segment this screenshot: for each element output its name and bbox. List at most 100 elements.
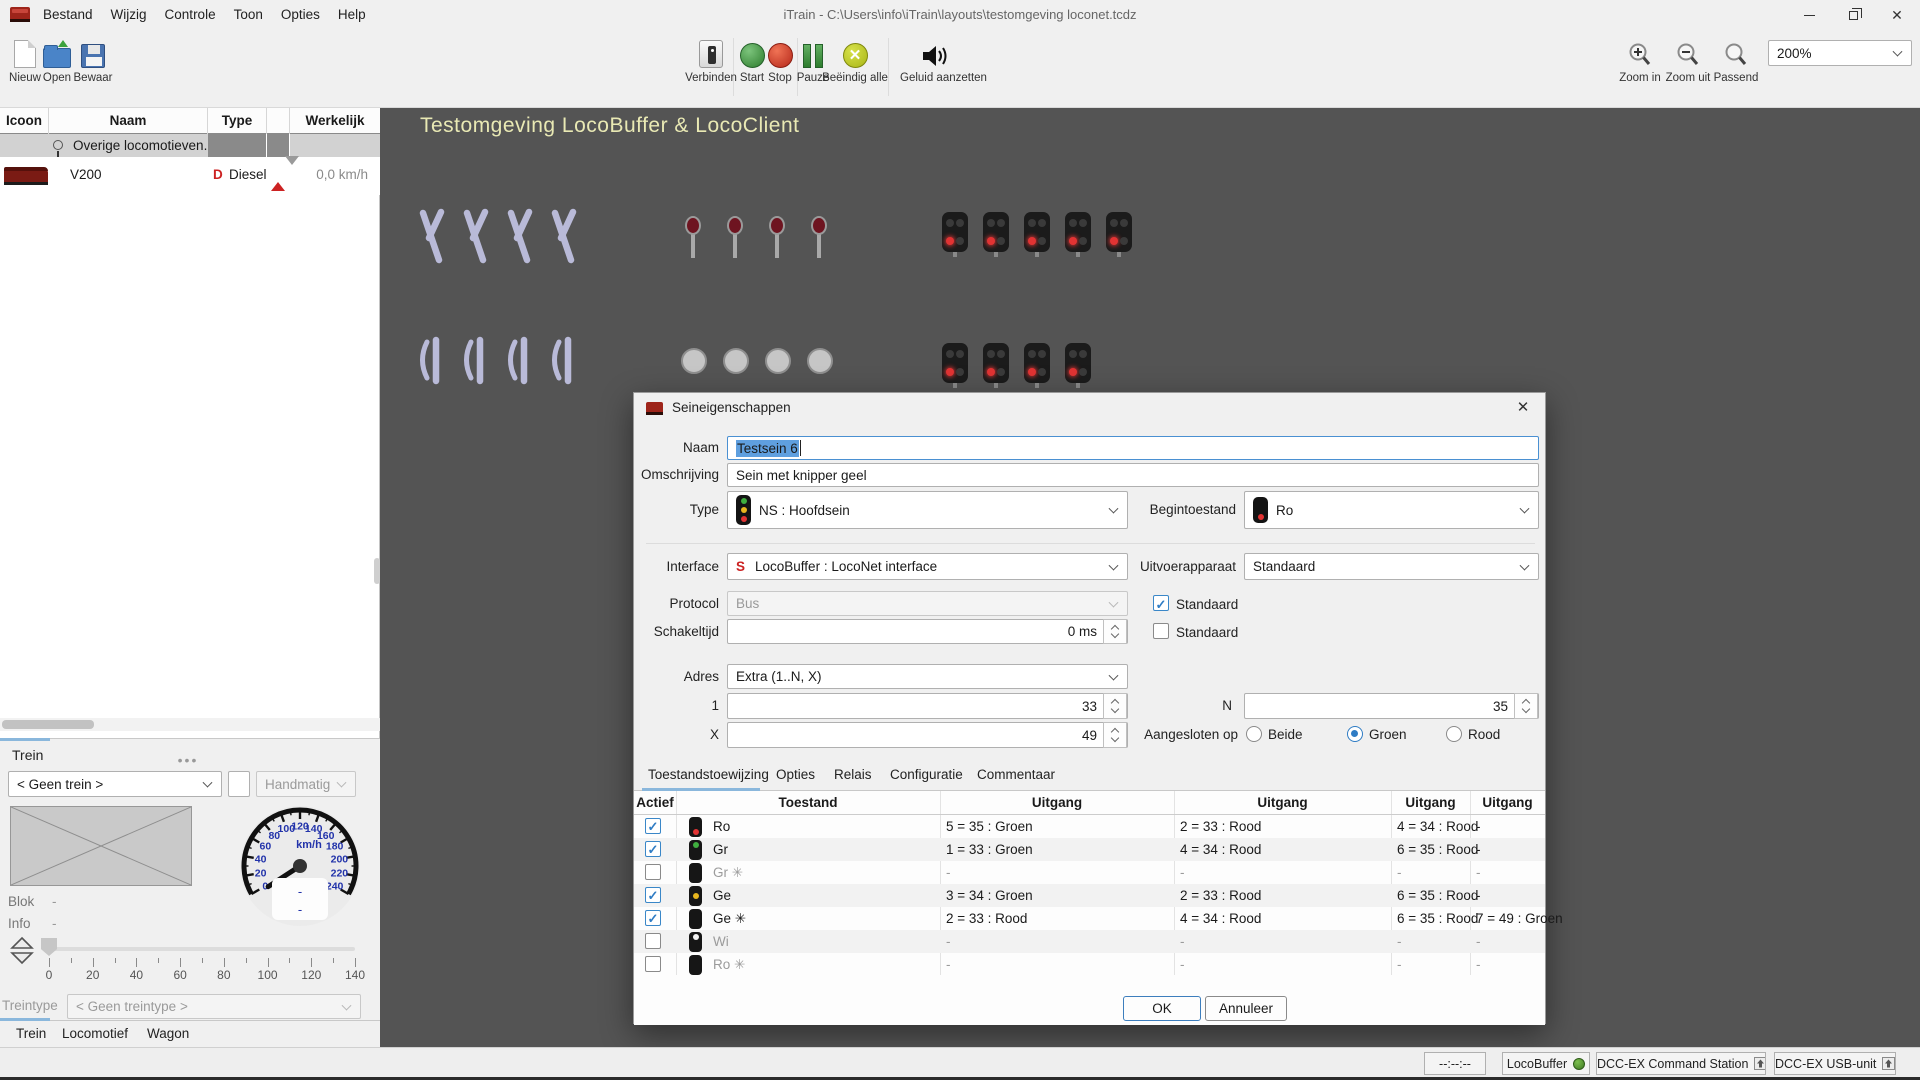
menu-toon[interactable]: Toon (225, 0, 272, 30)
lamp-signal-icon[interactable] (725, 216, 745, 260)
tab-commentaar[interactable]: Commentaar (977, 759, 1055, 791)
signal-head-icon[interactable] (983, 343, 1009, 383)
bracket-signal-icon[interactable] (548, 336, 578, 386)
tab-wagon[interactable]: Wagon (147, 1026, 189, 1041)
radio-rood[interactable] (1446, 726, 1462, 742)
lamp-signal-icon[interactable] (767, 216, 787, 260)
signal-head-icon[interactable] (1106, 212, 1132, 252)
spinner-buttons[interactable] (1514, 693, 1538, 719)
semaphore-signal-icon[interactable] (504, 208, 534, 264)
circle-signal-icon[interactable] (765, 348, 791, 374)
begintoestand-select[interactable]: Ro (1244, 491, 1539, 529)
uitvoerapparaat-select[interactable]: Standaard (1244, 553, 1539, 580)
beeindig-alle-button[interactable]: ✕ Beëindig alle (820, 34, 890, 84)
circle-signal-icon[interactable] (723, 348, 749, 374)
interface-select[interactable]: S LocoBuffer : LocoNet interface (727, 553, 1128, 580)
dialog-close-button[interactable]: ✕ (1501, 393, 1545, 423)
tab-toestandstoewijzing[interactable]: Toestandstoewijzing (648, 759, 769, 791)
minimize-button[interactable] (1786, 0, 1832, 30)
addr-x-input[interactable]: 49 (727, 722, 1128, 748)
signal-head-icon[interactable] (1065, 212, 1091, 252)
command-station-status[interactable]: DCC-EX Command Station (1596, 1052, 1766, 1075)
loco-row-v200[interactable]: V200 D Diesel 0,0 km/h (0, 157, 380, 195)
signal-head-icon[interactable] (942, 343, 968, 383)
signal-head-icon[interactable] (983, 212, 1009, 252)
spinner-buttons[interactable] (1103, 722, 1127, 748)
usb-unit-status[interactable]: DCC-EX USB-unit (1774, 1052, 1896, 1075)
trein-color-well[interactable] (228, 771, 250, 797)
naam-input[interactable]: Testsein 6 (727, 436, 1539, 460)
signal-head-icon[interactable] (1024, 212, 1050, 252)
tab-locomotief[interactable]: Locomotief (62, 1026, 128, 1041)
menu-opties[interactable]: Opties (272, 0, 329, 30)
state-active-checkbox[interactable] (645, 910, 661, 926)
type-select[interactable]: NS : Hoofdsein (727, 491, 1128, 529)
state-row[interactable]: Wi---- (634, 930, 1545, 953)
schakeltijd-standaard-checkbox[interactable] (1153, 623, 1169, 639)
bewaar-button[interactable]: Bewaar (58, 34, 128, 84)
semaphore-signal-icon[interactable] (548, 208, 578, 264)
scrollbar-thumb[interactable] (2, 720, 94, 729)
trein-select[interactable]: < Geen trein > (8, 771, 222, 797)
annuleer-button[interactable]: Annuleer (1205, 996, 1287, 1021)
schakeltijd-input[interactable]: 0 ms (727, 619, 1128, 644)
speed-slider-thumb[interactable] (41, 938, 57, 956)
menu-controle[interactable]: Controle (156, 0, 225, 30)
state-row[interactable]: Ge ✳2 = 33 : Rood4 = 34 : Rood6 = 35 : R… (634, 907, 1545, 930)
tree-node-icon[interactable] (53, 140, 63, 150)
signal-head-icon[interactable] (942, 212, 968, 252)
radio-groen[interactable] (1347, 726, 1363, 742)
close-button[interactable]: ✕ (1874, 0, 1920, 30)
menu-wijzig[interactable]: Wijzig (102, 0, 156, 30)
protocol-standaard-checkbox[interactable] (1153, 595, 1169, 611)
tab-trein[interactable]: Trein (16, 1026, 46, 1041)
semaphore-signal-icon[interactable] (460, 208, 490, 264)
signal-head-icon[interactable] (1024, 343, 1050, 383)
semaphore-signal-icon[interactable] (416, 208, 446, 264)
state-row[interactable]: Gr1 = 33 : Groen4 = 34 : Rood6 = 35 : Ro… (634, 838, 1545, 861)
adres-select[interactable]: Extra (1..N, X) (727, 664, 1128, 689)
passend-button[interactable]: Passend (1701, 34, 1771, 84)
loco-table-hscrollbar[interactable] (0, 718, 380, 731)
tab-configuratie[interactable]: Configuratie (890, 759, 963, 791)
mode-select[interactable]: Handmatig (256, 771, 356, 797)
state-row[interactable]: Ro ✳---- (634, 953, 1545, 976)
geluid-button[interactable]: Geluid aanzetten (900, 34, 970, 84)
dialog-titlebar[interactable]: Seineigenschappen ✕ (634, 393, 1545, 423)
tab-relais[interactable]: Relais (834, 759, 872, 791)
direction-arrows-icon[interactable] (271, 165, 299, 183)
addr-1-input[interactable]: 33 (727, 693, 1128, 719)
menu-bestand[interactable]: Bestand (34, 0, 102, 30)
bracket-signal-icon[interactable] (504, 336, 534, 386)
menu-help[interactable]: Help (329, 0, 375, 30)
state-active-checkbox[interactable] (645, 933, 661, 949)
loconet-status[interactable]: LocoBuffer (1502, 1052, 1590, 1075)
bracket-signal-icon[interactable] (460, 336, 490, 386)
state-active-checkbox[interactable] (645, 841, 661, 857)
state-active-checkbox[interactable] (645, 818, 661, 834)
signal-head-icon[interactable] (1065, 343, 1091, 383)
lamp-signal-icon[interactable] (809, 216, 829, 260)
splitter-handle-icon[interactable]: ••• (168, 752, 208, 768)
state-active-checkbox[interactable] (645, 887, 661, 903)
state-row[interactable]: Ro5 = 35 : Groen2 = 33 : Rood4 = 34 : Ro… (634, 815, 1545, 838)
addr-n-input[interactable]: 35 (1244, 693, 1539, 719)
state-active-checkbox[interactable] (645, 864, 661, 880)
circle-signal-icon[interactable] (807, 348, 833, 374)
bracket-signal-icon[interactable] (416, 336, 446, 386)
ok-button[interactable]: OK (1123, 996, 1201, 1021)
state-row[interactable]: Ge3 = 34 : Groen2 = 33 : Rood6 = 35 : Ro… (634, 884, 1545, 907)
treintype-select[interactable]: < Geen treintype > (67, 994, 361, 1019)
state-row[interactable]: Gr ✳---- (634, 861, 1545, 884)
speed-slider-track[interactable] (49, 947, 355, 951)
spinner-buttons[interactable] (1103, 619, 1127, 644)
circle-signal-icon[interactable] (681, 348, 707, 374)
lamp-signal-icon[interactable] (683, 216, 703, 260)
tab-opties[interactable]: Opties (776, 759, 815, 791)
protocol-select[interactable]: Bus (727, 591, 1128, 616)
restore-button[interactable] (1830, 0, 1876, 30)
speed-step-icon[interactable] (10, 936, 34, 966)
zoom-level-select[interactable]: 200% (1768, 40, 1912, 66)
state-active-checkbox[interactable] (645, 956, 661, 972)
omschrijving-input[interactable]: Sein met knipper geel (727, 463, 1539, 487)
